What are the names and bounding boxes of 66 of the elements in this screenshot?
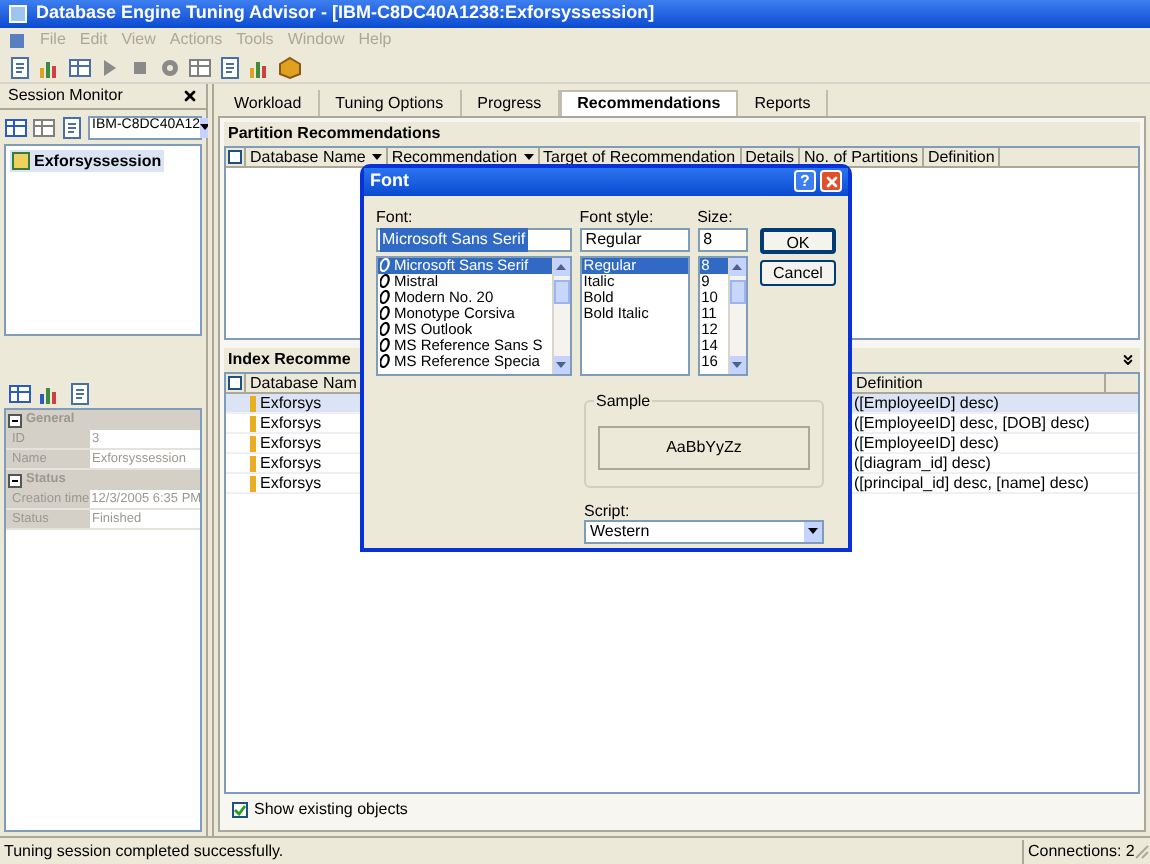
table-icon[interactable] bbox=[68, 55, 92, 79]
sort-icon bbox=[523, 154, 534, 160]
document-icon[interactable] bbox=[218, 55, 242, 79]
close-icon[interactable] bbox=[182, 88, 198, 104]
sample-preview: AaBbYyZz bbox=[598, 425, 810, 469]
table-cell-text: Exforsys bbox=[260, 432, 322, 455]
table-cell-text: ([diagram_id] desc) bbox=[854, 452, 991, 475]
chart-icon[interactable] bbox=[38, 382, 62, 406]
field-label: Font: bbox=[376, 207, 415, 227]
status-message: Tuning session completed successfully. bbox=[2, 839, 286, 863]
table-cell: Exforsys bbox=[260, 391, 322, 415]
scroll-down-icon[interactable] bbox=[732, 361, 743, 367]
ok-button[interactable]: OK bbox=[759, 227, 836, 253]
column-header[interactable]: Definition bbox=[923, 148, 1001, 166]
dropdown-arrow-icon bbox=[200, 124, 211, 130]
field-label: Size: bbox=[697, 207, 735, 227]
table-cell-text: ([EmployeeID] desc) bbox=[854, 432, 999, 455]
app-icon bbox=[8, 4, 28, 24]
table-cell-text: Exforsys bbox=[260, 452, 322, 475]
scroll-up-icon[interactable] bbox=[732, 263, 743, 269]
text-field[interactable]: Microsoft Sans Serif bbox=[376, 227, 572, 251]
panel-title: Session Monitor bbox=[8, 84, 123, 108]
checkbox[interactable] bbox=[232, 802, 248, 818]
scroll-down-icon[interactable] bbox=[556, 361, 567, 367]
field-label: Font style: bbox=[579, 207, 656, 227]
tab[interactable]: Progress bbox=[461, 90, 560, 116]
tab[interactable]: Tuning Options bbox=[319, 90, 462, 116]
field-label: Script: bbox=[584, 499, 632, 519]
table-icon[interactable] bbox=[188, 55, 212, 79]
help-button[interactable]: ? bbox=[794, 170, 816, 193]
table-icon[interactable] bbox=[32, 115, 56, 139]
scroll-up-icon[interactable] bbox=[556, 263, 567, 269]
cancel-button[interactable]: Cancel bbox=[759, 259, 836, 285]
session-item[interactable]: Exforsyssession bbox=[10, 150, 164, 172]
tab[interactable]: Recommendations bbox=[559, 90, 739, 116]
scrollbar[interactable] bbox=[551, 257, 570, 373]
text-field[interactable]: 8 bbox=[697, 227, 748, 251]
table-cell-text: Exforsys bbox=[260, 412, 322, 435]
table-icon[interactable] bbox=[8, 382, 32, 406]
dropdown-arrow-icon bbox=[808, 528, 818, 534]
window-title: Database Engine Tuning Advisor - [IBM-C8DC40A1238:Exforsyssession] bbox=[36, 0, 655, 27]
group-label: Sample bbox=[594, 389, 653, 413]
table-icon[interactable] bbox=[4, 115, 28, 139]
text-field[interactable]: Regular bbox=[579, 227, 690, 251]
table-cell: ([EmployeeID] desc) bbox=[854, 391, 999, 415]
close-button[interactable] bbox=[820, 170, 842, 193]
document-icon[interactable] bbox=[60, 115, 84, 139]
checkbox[interactable] bbox=[228, 376, 242, 390]
document-icon[interactable] bbox=[68, 382, 92, 406]
gear-icon[interactable] bbox=[158, 55, 182, 79]
connections-count: Connections: 2 bbox=[1022, 839, 1134, 863]
table-cell-text: ([principal_id] desc, [name] desc) bbox=[854, 472, 1089, 495]
dialog-title: Font bbox=[370, 168, 409, 194]
document-icon[interactable] bbox=[8, 55, 32, 79]
table-cell-text: Exforsys bbox=[260, 472, 322, 495]
script-dropdown[interactable]: Western bbox=[584, 519, 824, 543]
checkbox[interactable] bbox=[228, 150, 242, 164]
scrollbar[interactable] bbox=[727, 257, 746, 373]
table-cell-text: ([EmployeeID] desc, [DOB] desc) bbox=[854, 412, 1090, 435]
database-icon bbox=[12, 152, 30, 170]
collapse-icon[interactable] bbox=[1120, 352, 1136, 368]
sort-icon bbox=[371, 154, 382, 160]
section-header: Partition Recommendations bbox=[224, 122, 1140, 146]
document-icon[interactable] bbox=[8, 31, 26, 49]
checkbox-label: Show existing objects bbox=[254, 798, 408, 822]
resize-grip-icon[interactable] bbox=[1134, 843, 1150, 859]
